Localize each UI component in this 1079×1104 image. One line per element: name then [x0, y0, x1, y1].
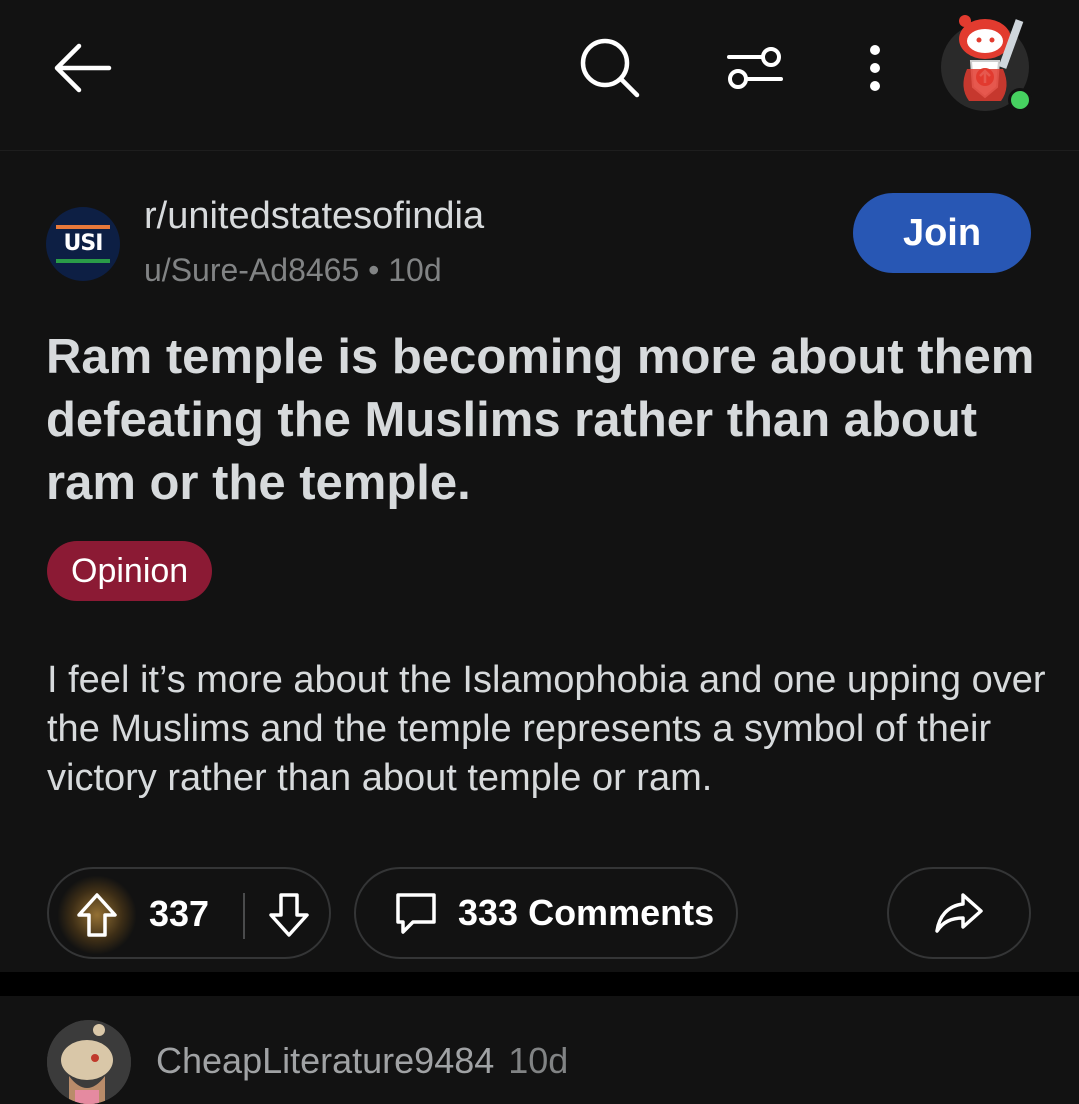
comment-bubble-icon [396, 893, 436, 934]
comments-label: 333 Comments [458, 892, 715, 933]
arrow-left-icon [54, 43, 112, 93]
post-age: 10d [388, 252, 442, 288]
commenter-avatar[interactable] [47, 1020, 131, 1104]
top-app-bar [0, 0, 1079, 151]
subreddit-logo-text: USI [63, 231, 104, 256]
section-separator [0, 972, 1079, 996]
comment-header: CheapLiterature9484 10d [156, 1040, 568, 1082]
vertical-dots-icon [870, 45, 880, 91]
filter-button[interactable] [720, 36, 790, 100]
post-flair[interactable]: Opinion [47, 541, 213, 601]
back-button[interactable] [46, 36, 118, 100]
comments-button[interactable]: 333 Comments [354, 867, 738, 959]
vote-bar: 337 [47, 867, 331, 959]
post-author[interactable]: u/Sure-Ad8465 [144, 252, 359, 288]
vote-count: 337 [149, 893, 210, 934]
vote-divider [243, 893, 245, 939]
subreddit-name[interactable]: r/unitedstatesofindia [144, 195, 484, 238]
comment-bubble-icon-wrap [392, 889, 440, 937]
share-arrow-icon [935, 893, 983, 933]
meta-separator: • [368, 252, 380, 288]
post-body: I feel it’s more about the Islamophobia … [47, 659, 1046, 799]
commenter-username[interactable]: CheapLiterature9484 [156, 1040, 494, 1081]
commenter-avatar-icon [47, 1020, 131, 1104]
sort-sliders-icon [727, 47, 783, 89]
subreddit-logo[interactable]: USI [46, 207, 120, 281]
user-avatar-button[interactable] [932, 6, 1042, 116]
comment-age: 10d [508, 1040, 569, 1081]
share-button[interactable] [887, 867, 1031, 959]
arrow-down-icon [269, 893, 309, 937]
online-status-dot [1008, 88, 1032, 112]
join-button[interactable]: Join [853, 193, 1031, 273]
search-button[interactable] [572, 30, 648, 106]
post-meta: u/Sure-Ad8465 • 10d [144, 252, 442, 289]
upvote-button[interactable] [69, 887, 125, 943]
more-options-button[interactable] [852, 36, 898, 100]
arrow-up-icon [77, 893, 117, 937]
downvote-button[interactable] [261, 887, 317, 943]
search-icon [580, 38, 640, 98]
post-title: Ram temple is becoming more about them d… [46, 330, 1035, 510]
